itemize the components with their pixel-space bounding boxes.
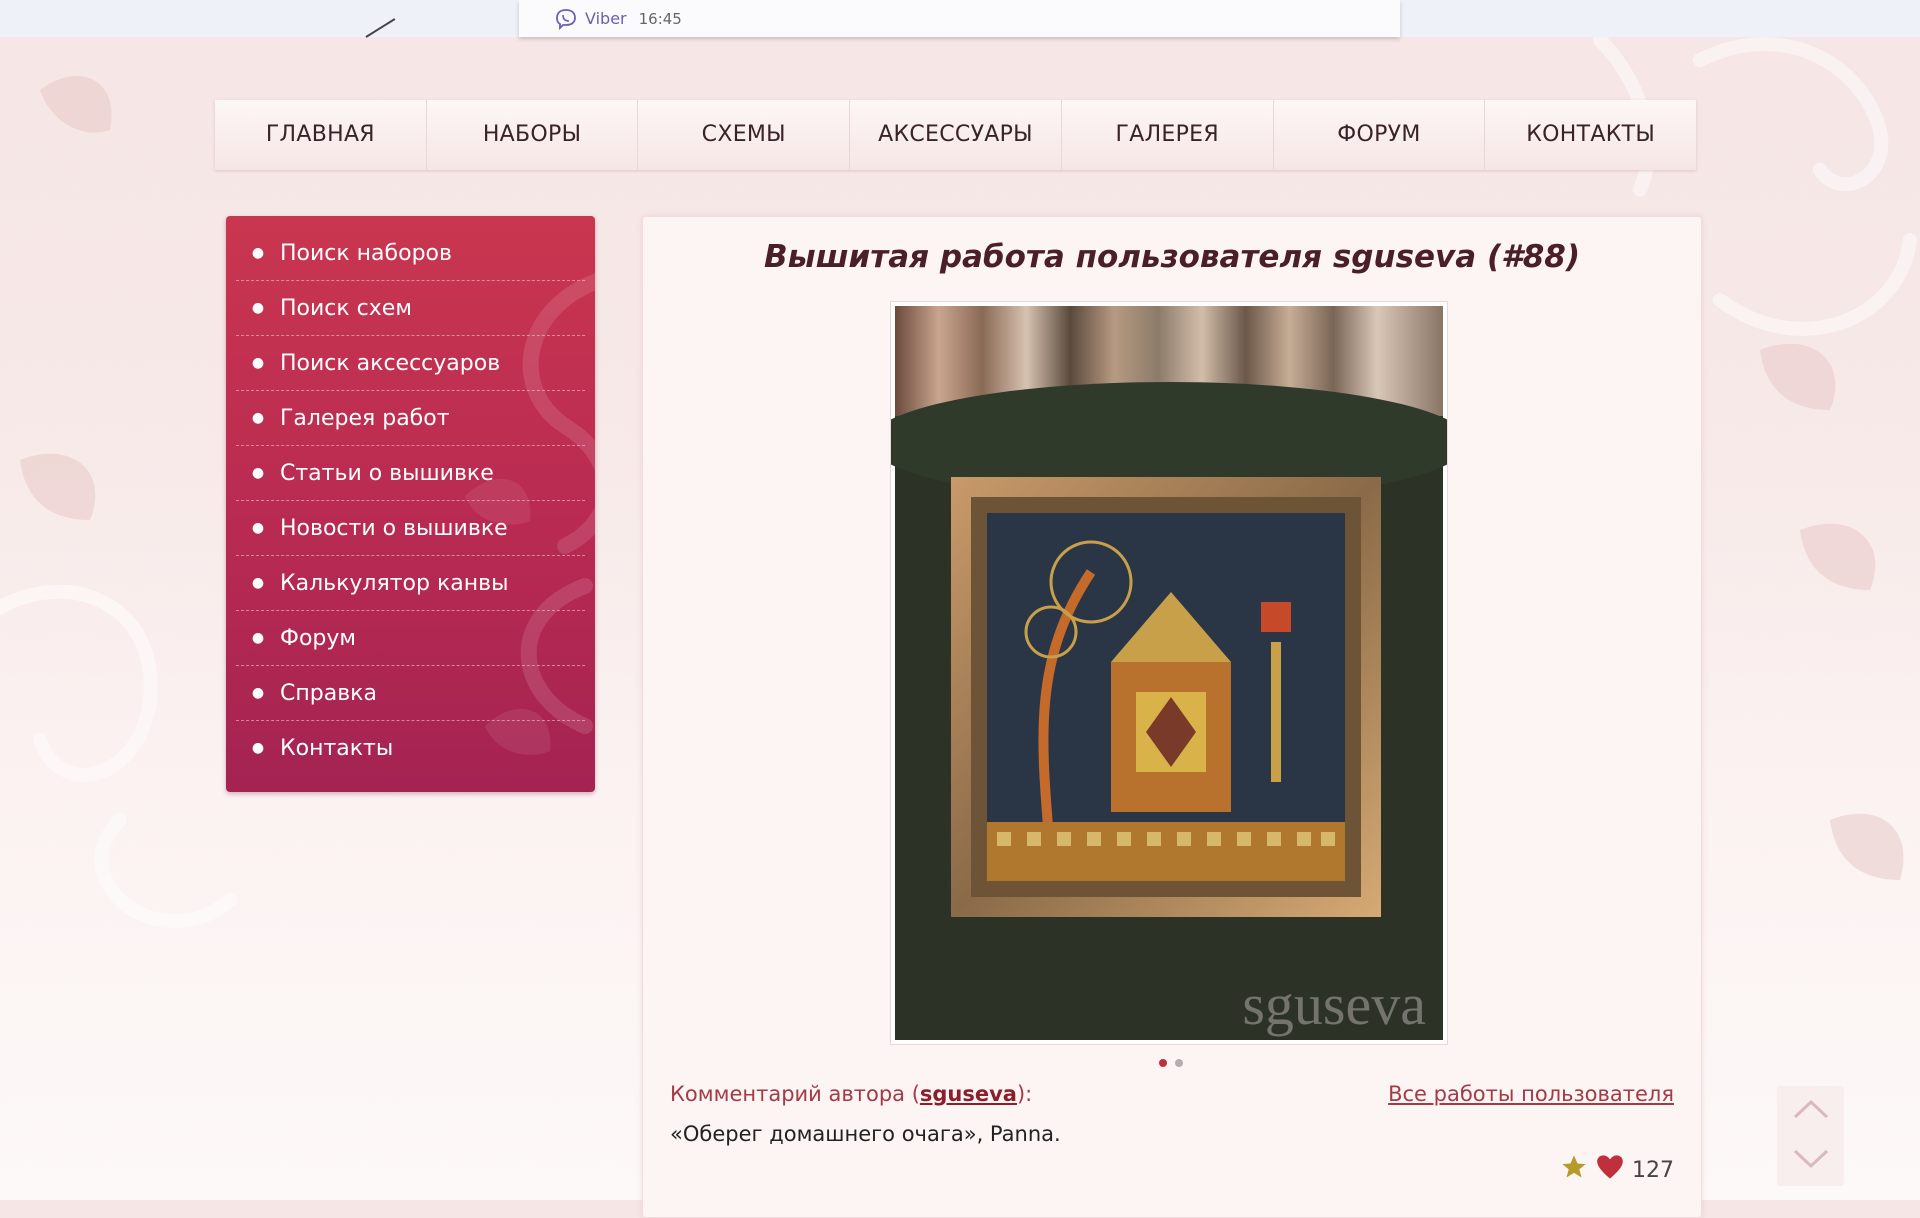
scroll-widget: [1777, 1086, 1844, 1186]
bullet-icon: ●: [251, 300, 265, 316]
comment-prefix: Комментарий автора (: [670, 1082, 920, 1106]
chevron-up-icon[interactable]: [1792, 1098, 1830, 1124]
photo-watermark: sguseva: [1242, 972, 1426, 1037]
viber-notification[interactable]: Viber 16:45: [519, 0, 1400, 37]
slide-dot-2[interactable]: [1175, 1059, 1183, 1067]
sidebar-item-label: Новости о вышивке: [280, 515, 508, 541]
nav-accessories[interactable]: АКСЕССУАРЫ: [850, 100, 1062, 170]
nav-forum[interactable]: ФОРУМ: [1274, 100, 1486, 170]
rating-bar: 127: [1560, 1153, 1674, 1187]
content-card: Вышитая работа пользователя sguseva (#88…: [642, 216, 1702, 1218]
photo-illustration: sguseva: [869, 306, 1469, 1040]
embroidery-photo[interactable]: sguseva: [869, 301, 1469, 1045]
sidebar-menu: ● Поиск наборов ● Поиск схем ● Поиск аксесс…: [226, 216, 595, 792]
nav-patterns[interactable]: СХЕМЫ: [638, 100, 851, 170]
bullet-icon: ●: [251, 740, 265, 756]
heart-icon[interactable]: [1596, 1154, 1624, 1186]
sidebar-item-gallery[interactable]: ● Галерея работ: [236, 391, 585, 446]
sidebar-item-label: Калькулятор канвы: [280, 570, 509, 596]
sidebar-item-label: Справка: [280, 680, 377, 706]
slider-dots: [1159, 1059, 1183, 1067]
sidebar-item-label: Галерея работ: [280, 405, 450, 431]
nav-home[interactable]: ГЛАВНАЯ: [215, 100, 427, 170]
author-comment-text: «Оберег домашнего очага», Panna.: [670, 1122, 1061, 1146]
sidebar-item-label: Форум: [280, 625, 356, 651]
author-username-link[interactable]: sguseva: [920, 1082, 1017, 1106]
slide-dot-1[interactable]: [1159, 1059, 1167, 1067]
page-title: Вышитая работа пользователя sguseva (#88…: [763, 239, 1581, 275]
bullet-icon: ●: [251, 630, 265, 646]
sidebar-item-search-accessories[interactable]: ● Поиск аксессуаров: [236, 336, 585, 391]
nav-kits[interactable]: НАБОРЫ: [427, 100, 639, 170]
notification-time: 16:45: [638, 9, 682, 28]
notification-app-name: Viber: [585, 9, 627, 28]
chevron-down-icon[interactable]: [1792, 1148, 1830, 1174]
nav-gallery[interactable]: ГАЛЕРЕЯ: [1062, 100, 1274, 170]
star-icon[interactable]: [1560, 1153, 1588, 1187]
all-user-works-link[interactable]: Все работы пользователя: [1388, 1082, 1674, 1106]
sidebar-item-calculator[interactable]: ● Калькулятор канвы: [236, 556, 585, 611]
sidebar-item-label: Поиск аксессуаров: [280, 350, 501, 376]
author-comment-label: Комментарий автора (sguseva):: [670, 1082, 1032, 1106]
bullet-icon: ●: [251, 245, 265, 261]
sidebar-item-search-patterns[interactable]: ● Поиск схем: [236, 281, 585, 336]
bullet-icon: ●: [251, 410, 265, 426]
sidebar-item-news[interactable]: ● Новости о вышивке: [236, 501, 585, 556]
bullet-icon: ●: [251, 685, 265, 701]
bullet-icon: ●: [251, 520, 265, 536]
sidebar-item-help[interactable]: ● Справка: [236, 666, 585, 721]
sidebar-item-contacts[interactable]: ● Контакты: [236, 721, 585, 775]
bullet-icon: ●: [251, 355, 265, 371]
sidebar-item-label: Статьи о вышивке: [280, 460, 494, 486]
bullet-icon: ●: [251, 575, 265, 591]
nav-contacts[interactable]: КОНТАКТЫ: [1485, 100, 1696, 170]
sidebar-item-search-kits[interactable]: ● Поиск наборов: [236, 226, 585, 281]
sidebar-item-label: Поиск схем: [280, 295, 412, 321]
sidebar-item-articles[interactable]: ● Статьи о вышивке: [236, 446, 585, 501]
sidebar-item-label: Контакты: [280, 735, 394, 761]
sidebar-item-forum[interactable]: ● Форум: [236, 611, 585, 666]
likes-count: 127: [1632, 1157, 1674, 1183]
bullet-icon: ●: [251, 465, 265, 481]
comment-suffix: ):: [1016, 1082, 1033, 1106]
sidebar-item-label: Поиск наборов: [280, 240, 452, 266]
main-navigation: ГЛАВНАЯ НАБОРЫ СХЕМЫ АКСЕССУАРЫ ГАЛЕРЕЯ …: [215, 100, 1696, 170]
viber-icon: [555, 8, 577, 30]
